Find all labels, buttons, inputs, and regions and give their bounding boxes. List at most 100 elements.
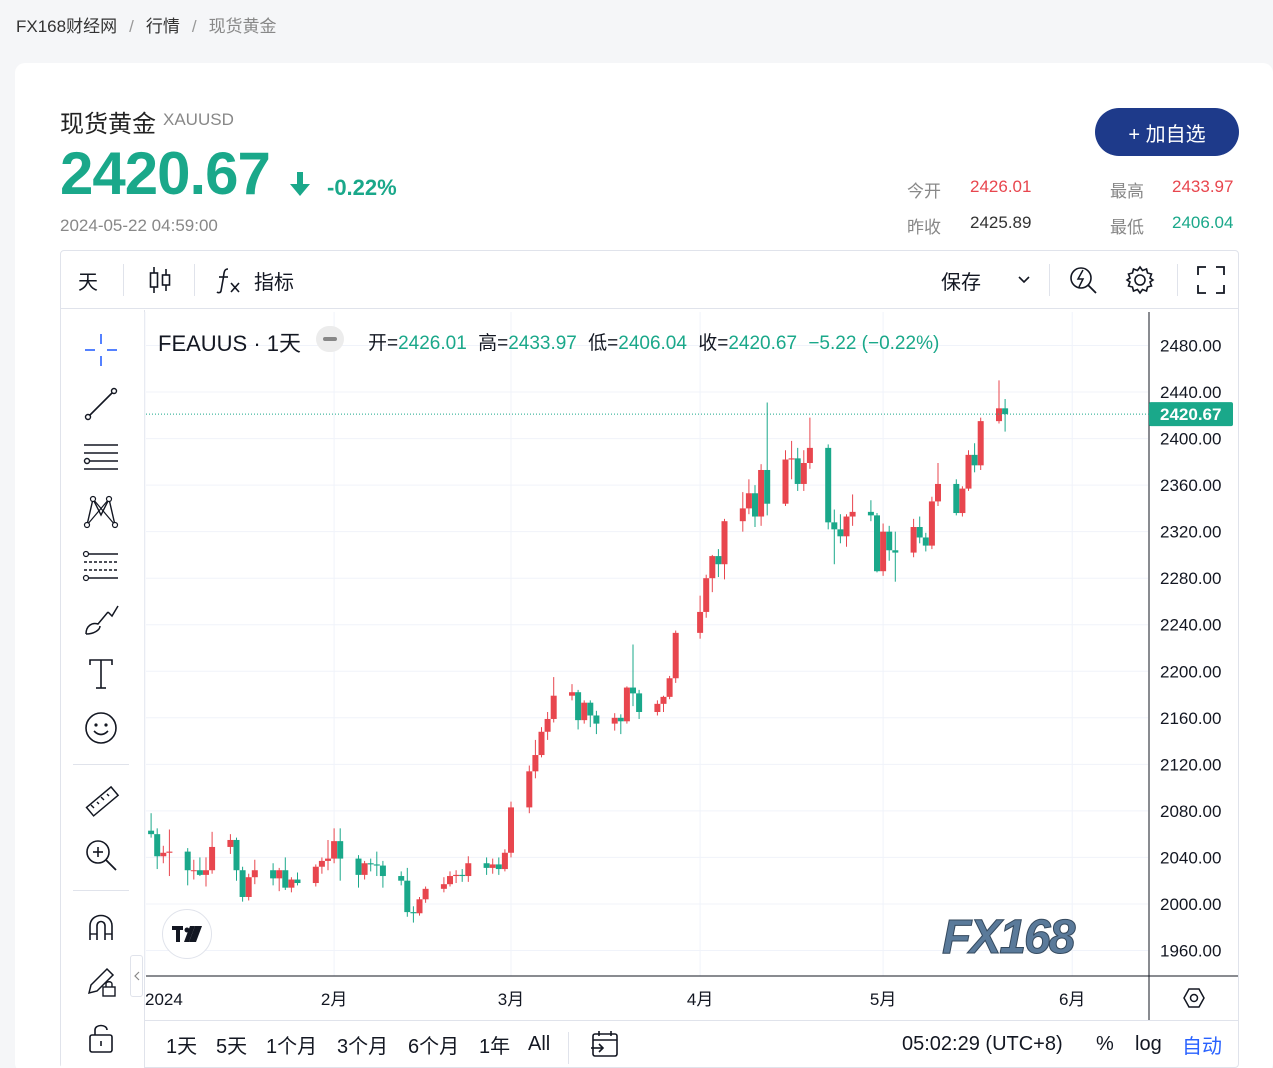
page-title: 现货黄金 bbox=[60, 111, 156, 138]
smiley-icon bbox=[85, 712, 117, 744]
magnet-icon bbox=[89, 914, 113, 940]
minus-icon bbox=[323, 337, 337, 341]
add-watchlist-button[interactable]: + 加自选 bbox=[1095, 108, 1239, 156]
toolbar-divider bbox=[568, 1032, 569, 1064]
legend-toggle[interactable] bbox=[316, 326, 344, 352]
collapse-toolbar-handle[interactable] bbox=[130, 955, 143, 997]
calendar-arrow-icon bbox=[591, 1031, 618, 1057]
candle-type-button[interactable] bbox=[148, 251, 172, 309]
chevron-down-icon bbox=[1018, 276, 1030, 284]
prev-close-value: 2425.89 bbox=[970, 213, 1032, 232]
indicators-button[interactable]: 指标 bbox=[216, 251, 294, 309]
crosshair-tool[interactable] bbox=[81, 330, 121, 370]
save-label: 保存 bbox=[941, 271, 981, 294]
change-value: −5.22 (−0.22%) bbox=[808, 333, 940, 354]
breadcrumb-home[interactable]: FX168财经网 bbox=[16, 12, 117, 37]
breadcrumb: FX168财经网 / 行情 / 现货黄金 bbox=[16, 12, 277, 37]
pattern-tool[interactable] bbox=[81, 491, 121, 531]
prev-close-label: 昨收 bbox=[907, 218, 941, 237]
toolbar-divider bbox=[123, 264, 124, 296]
quick-search-button[interactable] bbox=[1068, 251, 1098, 309]
horizontal-lines-tool[interactable] bbox=[81, 437, 121, 477]
quote-timestamp: 2024-05-22 04:59:00 bbox=[60, 216, 218, 235]
price-change-percent: -0.22% bbox=[327, 175, 397, 200]
go-to-date-button[interactable] bbox=[590, 1020, 620, 1068]
percent-toggle[interactable]: % bbox=[1096, 1020, 1114, 1068]
high-label: 最高 bbox=[1110, 182, 1144, 201]
breadcrumb-markets[interactable]: 行情 bbox=[146, 12, 180, 37]
high-label: 高= bbox=[478, 333, 509, 354]
range-button[interactable]: 1天 bbox=[166, 1020, 197, 1068]
toolbar-divider bbox=[1049, 264, 1050, 296]
chevron-left-icon bbox=[133, 971, 139, 981]
close-label: 收= bbox=[698, 333, 729, 354]
trend-line-icon bbox=[84, 387, 118, 421]
chart-legend-symbol: FEAUUS · 1天 bbox=[158, 331, 302, 356]
tradingview-logo-icon bbox=[172, 926, 202, 942]
lightning-search-icon bbox=[1070, 267, 1097, 294]
candlestick-icon bbox=[149, 267, 171, 293]
high-value: 2433.97 bbox=[1172, 177, 1234, 196]
auto-scale-toggle[interactable]: 自动 bbox=[1182, 1020, 1222, 1068]
breadcrumb-separator: / bbox=[129, 17, 134, 36]
toolbar-divider bbox=[73, 890, 129, 891]
toolbar-divider bbox=[194, 264, 195, 296]
pencil-lock-icon bbox=[87, 967, 116, 997]
trend-line-tool[interactable] bbox=[81, 384, 121, 424]
fullscreen-button[interactable] bbox=[1196, 251, 1226, 309]
clock-time[interactable]: 05:02:29 (UTC+8) bbox=[902, 1020, 1063, 1068]
crosshair-icon bbox=[85, 334, 117, 366]
ruler-icon bbox=[85, 785, 120, 817]
lock-all-tool[interactable] bbox=[81, 1018, 121, 1058]
zoom-in-icon bbox=[86, 840, 117, 871]
text-tool[interactable] bbox=[81, 654, 121, 694]
open-value: 2426.01 bbox=[398, 333, 467, 354]
arrow-down-icon bbox=[290, 172, 310, 196]
range-button[interactable]: 3个月 bbox=[337, 1020, 388, 1068]
brush-tool[interactable] bbox=[81, 600, 121, 640]
symbol-code: XAUUSD bbox=[163, 110, 234, 129]
save-button[interactable]: 保存 bbox=[941, 251, 1031, 309]
emoji-tool[interactable] bbox=[81, 708, 121, 748]
ohlc-legend: 开=2426.01 高=2433.97 低=2406.04 收=2420.67 … bbox=[368, 328, 939, 355]
hexagon-settings-icon bbox=[1183, 988, 1205, 1008]
fib-tool[interactable] bbox=[81, 546, 121, 586]
breadcrumb-current: 现货黄金 bbox=[208, 17, 277, 36]
range-button[interactable]: 1个月 bbox=[266, 1020, 317, 1068]
magnet-tool[interactable] bbox=[81, 908, 121, 948]
axis-settings-button[interactable] bbox=[1182, 986, 1206, 1010]
range-button[interactable]: 1年 bbox=[479, 1020, 510, 1068]
brush-icon bbox=[85, 605, 119, 635]
range-button[interactable]: All bbox=[528, 1020, 550, 1068]
function-fx-icon bbox=[216, 268, 240, 294]
lock-drawing-tool[interactable] bbox=[81, 961, 121, 1001]
log-toggle[interactable]: log bbox=[1135, 1020, 1162, 1068]
toolbar-divider bbox=[73, 764, 129, 765]
text-icon bbox=[89, 659, 113, 689]
low-label: 低= bbox=[588, 333, 619, 354]
interval-selector[interactable]: 天 bbox=[78, 251, 98, 309]
close-value: 2420.67 bbox=[728, 333, 798, 354]
fibonacci-icon bbox=[82, 550, 118, 582]
open-value: 2426.01 bbox=[970, 177, 1032, 196]
toolbar-divider bbox=[1177, 264, 1178, 296]
lock-icon bbox=[89, 1024, 113, 1053]
low-label: 最低 bbox=[1110, 218, 1144, 237]
range-button[interactable]: 6个月 bbox=[408, 1020, 459, 1068]
tradingview-logo[interactable] bbox=[162, 909, 212, 959]
breadcrumb-separator: / bbox=[191, 17, 197, 36]
parallel-lines-icon bbox=[83, 444, 118, 470]
zoom-tool[interactable] bbox=[81, 835, 121, 875]
low-value: 2406.04 bbox=[1172, 213, 1234, 232]
last-price: 2420.67 bbox=[60, 140, 271, 207]
pattern-icon bbox=[83, 495, 119, 529]
high-value: 2433.97 bbox=[508, 333, 577, 354]
fx168-watermark: FX168 bbox=[940, 910, 1136, 965]
fullscreen-icon bbox=[1197, 266, 1225, 294]
low-value: 2406.04 bbox=[618, 333, 687, 354]
indicators-label: 指标 bbox=[254, 271, 294, 294]
svg-text:FX168: FX168 bbox=[942, 911, 1076, 960]
settings-button[interactable] bbox=[1124, 251, 1156, 309]
measure-tool[interactable] bbox=[81, 782, 121, 822]
range-button[interactable]: 5天 bbox=[216, 1020, 247, 1068]
